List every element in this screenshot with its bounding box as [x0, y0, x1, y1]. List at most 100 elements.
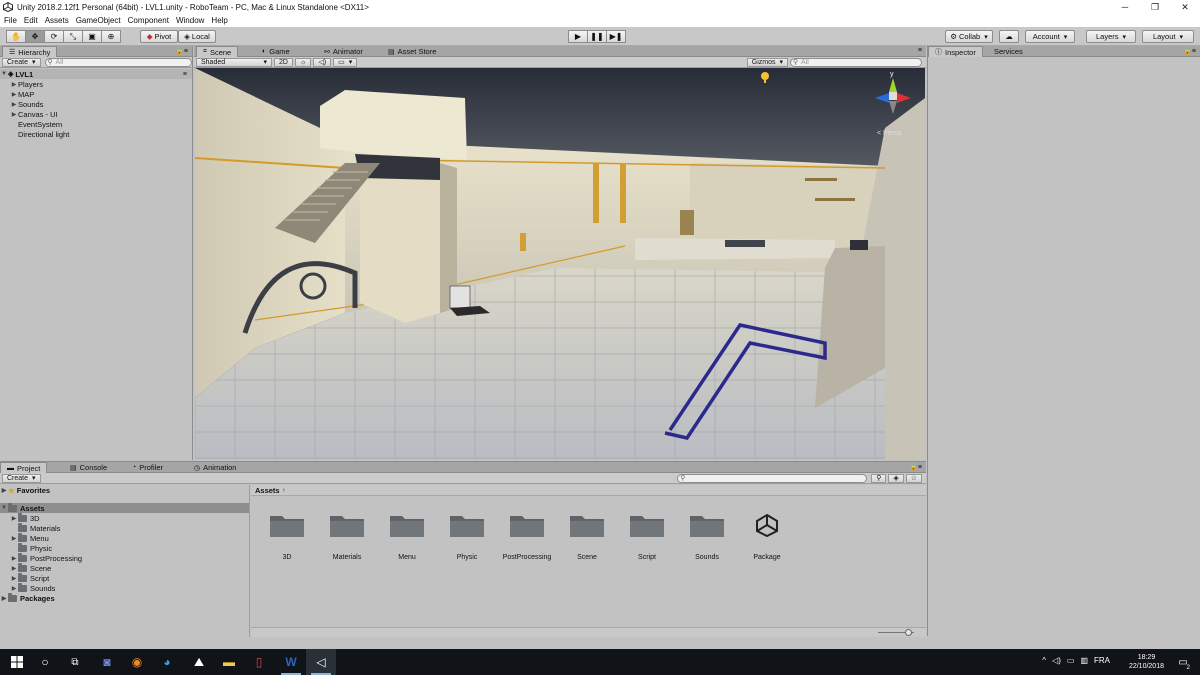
collapsed-arrow-icon[interactable]: ▶ [10, 111, 18, 118]
project-folder-row[interactable]: ▶ Scene [0, 562, 249, 573]
taskbar-firefox[interactable]: ◉ [122, 649, 152, 675]
hierarchy-item[interactable]: EventSystem [0, 119, 192, 129]
scene-viewport[interactable]: y < Persp [195, 68, 925, 459]
taskbar-app[interactable]: ◕ [152, 649, 182, 675]
maximize-button[interactable]: ❐ [1140, 0, 1170, 14]
menu-assets[interactable]: Assets [45, 16, 69, 25]
hierarchy-item[interactable]: Directional light [0, 129, 192, 139]
play-button[interactable]: ▶ [568, 30, 588, 43]
menu-gameobject[interactable]: GameObject [76, 16, 121, 25]
pause-button[interactable]: ❚❚ [587, 30, 607, 43]
scene-menu-icon[interactable]: ≡ [183, 71, 187, 78]
collab-dropdown[interactable]: ⚙ Collab [945, 30, 993, 43]
collapsed-arrow-icon[interactable]: ▶ [10, 535, 18, 542]
pivot-toggle[interactable]: ◆ Pivot [140, 30, 178, 43]
lighting-toggle[interactable]: ☼ [294, 57, 312, 67]
tab-inspector[interactable]: ⓘ Inspector [928, 46, 983, 57]
search-button[interactable]: ○ [30, 649, 60, 675]
taskbar-media[interactable]: ▯ [244, 649, 274, 675]
assets-row[interactable]: ▼ Assets [0, 502, 249, 513]
project-folder-row[interactable]: ▶ Sounds [0, 582, 249, 593]
search-by-label-button[interactable]: ◈ [888, 473, 904, 483]
zoom-slider-handle[interactable] [905, 629, 912, 636]
asset-item[interactable]: Scene [557, 512, 617, 561]
account-dropdown[interactable]: Account [1025, 30, 1075, 43]
tab-animation[interactable]: ◷ Animation [188, 462, 242, 473]
panel-menu-icon[interactable]: 🔒≡ [1183, 47, 1196, 55]
search-by-type-button[interactable]: ⚲ [871, 473, 887, 483]
network-icon[interactable]: ▥ [1080, 656, 1088, 665]
project-search-input[interactable] [677, 473, 868, 483]
collapsed-arrow-icon[interactable]: ▶ [10, 575, 18, 582]
cloud-button[interactable]: ☁ [999, 30, 1019, 43]
asset-item[interactable]: PostProcessing [497, 512, 557, 561]
project-folder-row[interactable]: Materials [0, 522, 249, 533]
tab-asset-store[interactable]: ▤ Asset Store [382, 46, 442, 57]
collapsed-arrow-icon[interactable]: ▶ [10, 565, 18, 572]
taskbar-explorer[interactable]: ▬ [214, 649, 244, 675]
collapsed-arrow-icon[interactable]: ▶ [10, 515, 18, 522]
action-center-button[interactable]: ▭ 2 [1168, 649, 1198, 675]
gizmos-dropdown[interactable]: Gizmos [746, 57, 788, 67]
clock[interactable]: 18:29 22/10/2018 [1129, 653, 1164, 671]
expand-arrow-icon[interactable]: ▼ [0, 505, 8, 511]
orientation-gizmo[interactable]: y < Persp [873, 71, 913, 137]
layers-dropdown[interactable]: Layers [1086, 30, 1136, 43]
hierarchy-search-input[interactable]: All [44, 57, 192, 67]
collapsed-arrow-icon[interactable]: ▶ [10, 91, 18, 98]
favorite-button[interactable]: ☆ [905, 473, 922, 483]
tab-console[interactable]: ▤ Console [64, 462, 113, 473]
hierarchy-item[interactable]: ▶ Sounds [0, 99, 192, 109]
menu-file[interactable]: File [4, 16, 17, 25]
project-folder-row[interactable]: Physic [0, 542, 249, 553]
keyboard-icon[interactable]: ▭ [1067, 656, 1075, 665]
project-folder-row[interactable]: ▶ 3D [0, 512, 249, 523]
scale-tool-button[interactable]: ⤡ [63, 30, 83, 43]
favorites-row[interactable]: ▶ ★ Favorites [0, 485, 249, 495]
minimize-button[interactable]: ─ [1110, 0, 1140, 14]
tab-game[interactable]: ◐ Game [256, 46, 296, 57]
taskbar-unity[interactable]: ◁ [306, 649, 336, 675]
tab-hierarchy[interactable]: ☰ Hierarchy [2, 46, 58, 57]
scene-search-input[interactable]: All [790, 57, 922, 67]
asset-item[interactable]: Materials [317, 512, 377, 561]
effects-dropdown[interactable]: ▭ [333, 57, 358, 67]
packages-row[interactable]: ▶ Packages [0, 592, 249, 603]
asset-item[interactable]: Script [617, 512, 677, 561]
panel-menu-icon[interactable]: 🔒≡ [909, 463, 922, 471]
project-create-button[interactable]: Create [2, 473, 41, 483]
asset-item[interactable]: Sounds [677, 512, 737, 561]
collapsed-arrow-icon[interactable]: ▶ [10, 81, 18, 88]
persp-label[interactable]: < Persp [877, 130, 901, 137]
menu-component[interactable]: Component [128, 16, 169, 25]
expand-arrow-icon[interactable]: ▼ [0, 71, 8, 77]
move-tool-button[interactable]: ✥ [25, 30, 45, 43]
audio-toggle[interactable]: ◁) [313, 57, 332, 67]
task-view-button[interactable]: ⧉ [60, 649, 90, 675]
hierarchy-create-button[interactable]: Create [2, 57, 41, 67]
rotate-tool-button[interactable]: ⟳ [44, 30, 64, 43]
tab-services[interactable]: Services [988, 46, 1029, 57]
asset-item[interactable]: 3D [257, 512, 317, 561]
project-folder-row[interactable]: ▶ PostProcessing [0, 552, 249, 563]
collapsed-arrow-icon[interactable]: ▶ [10, 555, 18, 562]
tab-animator[interactable]: ⚯ Animator [318, 46, 369, 57]
project-folder-row[interactable]: ▶ Script [0, 572, 249, 583]
collapsed-arrow-icon[interactable]: ▶ [10, 101, 18, 108]
volume-icon[interactable]: ◁) [1052, 656, 1061, 665]
menu-window[interactable]: Window [176, 16, 204, 25]
collapsed-arrow-icon[interactable]: ▶ [0, 595, 8, 602]
chevron-up-icon[interactable]: ^ [1042, 656, 1046, 665]
asset-item[interactable]: Package [737, 512, 797, 561]
asset-item[interactable]: Physic [437, 512, 497, 561]
tab-project[interactable]: ▬ Project [0, 462, 48, 473]
collapsed-arrow-icon[interactable]: ▶ [0, 487, 8, 494]
collapsed-arrow-icon[interactable]: ▶ [10, 585, 18, 592]
close-button[interactable]: ✕ [1170, 0, 1200, 14]
menu-help[interactable]: Help [211, 16, 227, 25]
start-button[interactable] [2, 649, 32, 675]
hierarchy-item[interactable]: ▶ Players [0, 79, 192, 89]
tab-profiler[interactable]: ◔ Profiler [126, 462, 169, 473]
taskbar-photos[interactable]: ⛰ [184, 649, 214, 675]
hierarchy-item[interactable]: ▶ MAP [0, 89, 192, 99]
